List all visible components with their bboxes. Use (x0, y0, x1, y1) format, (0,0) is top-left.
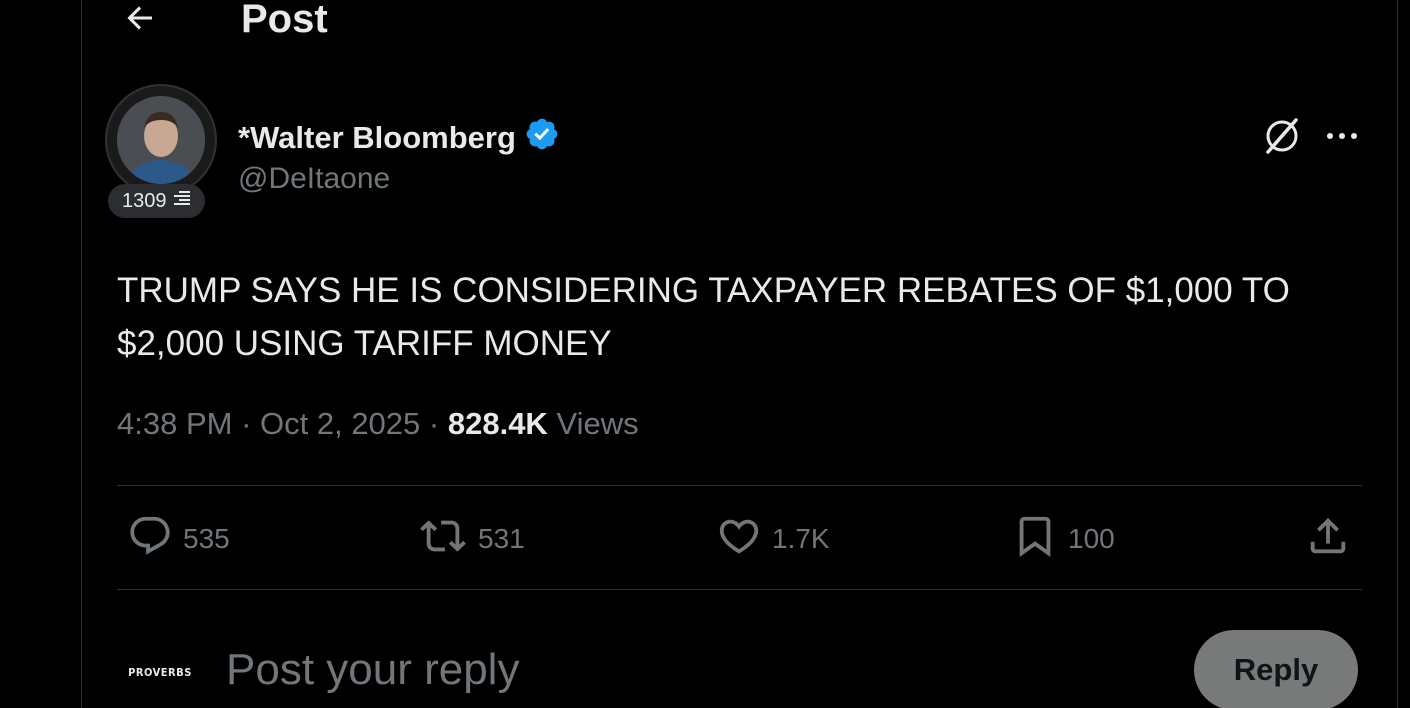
reply-count: 535 (183, 523, 230, 554)
divider (117, 485, 1362, 486)
post-meta: 4:38 PM · Oct 2, 2025 · 828.4K Views (117, 406, 639, 442)
arrow-left-icon (122, 0, 158, 41)
bookmark-action-button[interactable]: 100 (1012, 514, 1115, 564)
author-handle[interactable]: @DeItaone (238, 162, 390, 196)
avatar-text: PROVERBS (128, 665, 192, 679)
meta-separator: · (428, 406, 448, 441)
bookmark-icon (1012, 513, 1058, 566)
level-badge-count: 1309 (122, 189, 167, 212)
post-page: Post 1309 *Walter Bloomberg @DeItaone TR… (0, 0, 1410, 708)
reply-action-button[interactable]: 535 (127, 514, 230, 564)
like-action-button[interactable]: 1.7K (716, 514, 830, 564)
more-options-icon[interactable] (1322, 118, 1362, 154)
back-button[interactable] (118, 0, 162, 40)
avatar[interactable] (117, 96, 205, 184)
bookmark-count: 100 (1068, 523, 1115, 554)
post-text: TRUMP SAYS HE IS CONSIDERING TAXPAYER RE… (117, 271, 1290, 363)
author-display-name[interactable]: *Walter Bloomberg (238, 120, 516, 156)
author-name-row[interactable]: *Walter Bloomberg (238, 116, 560, 160)
views-label: Views (556, 406, 639, 441)
column-border-left (81, 0, 82, 708)
heart-icon (716, 513, 762, 566)
divider (117, 589, 1362, 590)
current-user-avatar[interactable]: PROVERBS (118, 630, 202, 708)
share-icon (1305, 513, 1351, 566)
reply-button[interactable]: Reply (1194, 630, 1358, 708)
like-count: 1.7K (772, 523, 830, 554)
repost-icon (418, 513, 468, 566)
views-count: 828.4K (447, 406, 548, 441)
author-avatar-ring[interactable] (105, 84, 217, 196)
post-time[interactable]: 4:38 PM (117, 406, 232, 441)
reply-icon (127, 513, 173, 566)
grok-icon[interactable] (1262, 116, 1302, 156)
repost-action-button[interactable]: 531 (418, 514, 525, 564)
meta-separator: · (241, 406, 261, 441)
repost-count: 531 (478, 523, 525, 554)
share-action-button[interactable] (1305, 514, 1351, 564)
level-badge: 1309 (108, 184, 205, 218)
reply-input[interactable] (226, 640, 1126, 700)
column-border-right (1397, 0, 1398, 708)
level-bars-icon (173, 189, 191, 213)
page-title: Post (241, 0, 328, 41)
verified-badge-icon[interactable] (524, 116, 560, 160)
post-date[interactable]: Oct 2, 2025 (260, 406, 420, 441)
